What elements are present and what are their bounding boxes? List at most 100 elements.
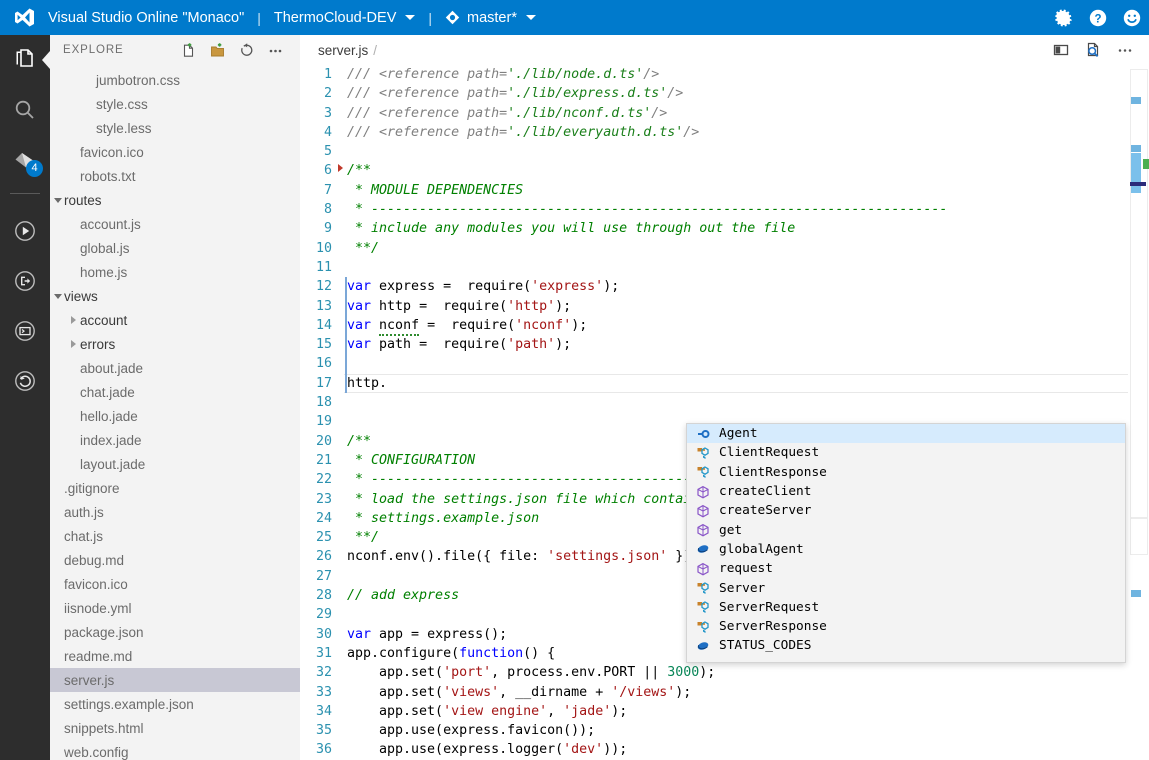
code-line[interactable]: 9 * include any modules you will use thr…: [300, 219, 1149, 238]
autocomplete-item[interactable]: createClient: [687, 482, 1125, 501]
code-line[interactable]: 34 app.set('view engine', 'jade');: [300, 702, 1149, 721]
code-line[interactable]: 33 app.set('views', __dirname + '/views'…: [300, 683, 1149, 702]
breadcrumb[interactable]: server.js/: [318, 43, 377, 58]
more-actions-icon[interactable]: [261, 37, 290, 63]
tree-item-settings-example-json[interactable]: settings.example.json: [50, 692, 300, 716]
tree-item-layout-jade[interactable]: layout.jade: [50, 452, 300, 476]
code-line[interactable]: 3/// <reference path='./lib/nconf.d.ts'/…: [300, 104, 1149, 123]
code-line[interactable]: 13var http = require('http');: [300, 297, 1149, 316]
sidebar-item-explore[interactable]: [0, 35, 50, 85]
autocomplete-item[interactable]: get: [687, 520, 1125, 539]
line-number: 21: [300, 451, 332, 470]
tree-item-style-css[interactable]: style.css: [50, 92, 300, 116]
sidebar-item-refresh[interactable]: [0, 356, 50, 406]
refresh-icon[interactable]: [232, 37, 261, 63]
autocomplete-item[interactable]: request: [687, 559, 1125, 578]
code-line[interactable]: 18: [300, 393, 1149, 412]
tree-item-auth-js[interactable]: auth.js: [50, 500, 300, 524]
tree-item-favicon-ico[interactable]: favicon.ico: [50, 140, 300, 164]
tree-item-style-less[interactable]: style.less: [50, 116, 300, 140]
smiley-feedback-icon[interactable]: [1115, 0, 1149, 35]
tree-item--gitignore[interactable]: .gitignore: [50, 476, 300, 500]
tree-item-chat-js[interactable]: chat.js: [50, 524, 300, 548]
vso-monaco-window: Visual Studio Online "Monaco" | ThermoCl…: [0, 0, 1149, 760]
tree-item-debug-md[interactable]: debug.md: [50, 548, 300, 572]
svg-text:?: ?: [1094, 13, 1101, 25]
chevron-right-icon[interactable]: [71, 316, 76, 324]
code-line[interactable]: 15var path = require('path');: [300, 335, 1149, 354]
tree-item-account-js[interactable]: account.js: [50, 212, 300, 236]
code-line[interactable]: 7 * MODULE DEPENDENCIES: [300, 181, 1149, 200]
tree-item-server-js[interactable]: server.js: [50, 668, 300, 692]
tree-item-jumbotron-css[interactable]: jumbotron.css: [50, 68, 300, 92]
code-line[interactable]: 12var express = require('express');: [300, 277, 1149, 296]
tree-item-account[interactable]: account: [50, 308, 300, 332]
code-line[interactable]: 6/**: [300, 161, 1149, 180]
code-line[interactable]: 10 **/: [300, 239, 1149, 258]
code-line[interactable]: 36 app.use(express.logger('dev'));: [300, 740, 1149, 759]
tree-item-readme-md[interactable]: readme.md: [50, 644, 300, 668]
sidebar-item-search[interactable]: [0, 85, 50, 135]
code-line[interactable]: 2/// <reference path='./lib/express.d.ts…: [300, 84, 1149, 103]
new-folder-icon[interactable]: [203, 37, 232, 63]
tree-item-errors[interactable]: errors: [50, 332, 300, 356]
line-number: 4: [300, 123, 332, 142]
branch-selector[interactable]: master*: [445, 10, 536, 26]
tree-item-home-js[interactable]: home.js: [50, 260, 300, 284]
line-number: 35: [300, 721, 332, 740]
autocomplete-item[interactable]: ClientRequest: [687, 443, 1125, 462]
editor-scrollbar[interactable]: [1128, 65, 1149, 760]
tree-item-package-json[interactable]: package.json: [50, 620, 300, 644]
tree-item-snippets-html[interactable]: snippets.html: [50, 716, 300, 740]
autocomplete-item[interactable]: ServerResponse: [687, 617, 1125, 636]
method-icon: [693, 501, 713, 520]
fold-marker-icon[interactable]: [338, 164, 343, 172]
tree-item-about-jade[interactable]: about.jade: [50, 356, 300, 380]
autocomplete-item[interactable]: ClientResponse: [687, 463, 1125, 482]
tree-item-robots-txt[interactable]: robots.txt: [50, 164, 300, 188]
tree-item-views[interactable]: views: [50, 284, 300, 308]
code-line[interactable]: 11: [300, 258, 1149, 277]
autocomplete-item[interactable]: ServerRequest: [687, 598, 1125, 617]
tree-item-chat-jade[interactable]: chat.jade: [50, 380, 300, 404]
help-icon[interactable]: ?: [1081, 0, 1115, 35]
gear-icon[interactable]: [1047, 0, 1081, 35]
tree-item-favicon-ico[interactable]: favicon.ico: [50, 572, 300, 596]
code-line[interactable]: 1/// <reference path='./lib/node.d.ts'/>: [300, 65, 1149, 84]
sidebar-item-source-control[interactable]: 4: [0, 135, 50, 185]
tree-item-hello-jade[interactable]: hello.jade: [50, 404, 300, 428]
project-selector[interactable]: ThermoCloud-DEV: [274, 10, 416, 26]
chevron-right-icon[interactable]: [71, 340, 76, 348]
autocomplete-popup[interactable]: AgentClientRequestClientResponsecreateCl…: [686, 423, 1126, 663]
code-line[interactable]: 16: [300, 354, 1149, 373]
autocomplete-item[interactable]: Agent: [687, 424, 1125, 443]
sidebar-item-run[interactable]: [0, 206, 50, 256]
tree-item-web-config[interactable]: web.config: [50, 740, 300, 760]
new-file-icon[interactable]: [174, 37, 203, 63]
autocomplete-item[interactable]: Server: [687, 578, 1125, 597]
code-line[interactable]: 14var nconf = require('nconf');: [300, 316, 1149, 335]
tree-item-iisnode-yml[interactable]: iisnode.yml: [50, 596, 300, 620]
more-actions-icon[interactable]: [1109, 36, 1141, 64]
code-line[interactable]: 17http.: [300, 374, 1149, 393]
code-line[interactable]: 8 * ------------------------------------…: [300, 200, 1149, 219]
split-editor-icon[interactable]: [1045, 36, 1077, 64]
autocomplete-item[interactable]: STATUS_CODES: [687, 636, 1125, 655]
code-line[interactable]: 35 app.use(express.favicon());: [300, 721, 1149, 740]
chevron-down-icon[interactable]: [54, 294, 62, 299]
code-line[interactable]: 32 app.set('port', process.env.PORT || 3…: [300, 663, 1149, 682]
autocomplete-item[interactable]: createServer: [687, 501, 1125, 520]
tree-item-routes[interactable]: routes: [50, 188, 300, 212]
code-line[interactable]: 4/// <reference path='./lib/everyauth.d.…: [300, 123, 1149, 142]
code-line[interactable]: 5: [300, 142, 1149, 161]
autocomplete-item-label: globalAgent: [719, 542, 804, 557]
chevron-down-icon[interactable]: [54, 198, 62, 203]
preview-icon[interactable]: [1077, 36, 1109, 64]
scrollbar-thumb[interactable]: [1131, 153, 1141, 193]
autocomplete-item[interactable]: globalAgent: [687, 540, 1125, 559]
tree-item-index-jade[interactable]: index.jade: [50, 428, 300, 452]
tree-item-global-js[interactable]: global.js: [50, 236, 300, 260]
source-control-badge: 4: [26, 160, 43, 177]
sidebar-item-console[interactable]: [0, 306, 50, 356]
sidebar-item-deploy[interactable]: [0, 256, 50, 306]
